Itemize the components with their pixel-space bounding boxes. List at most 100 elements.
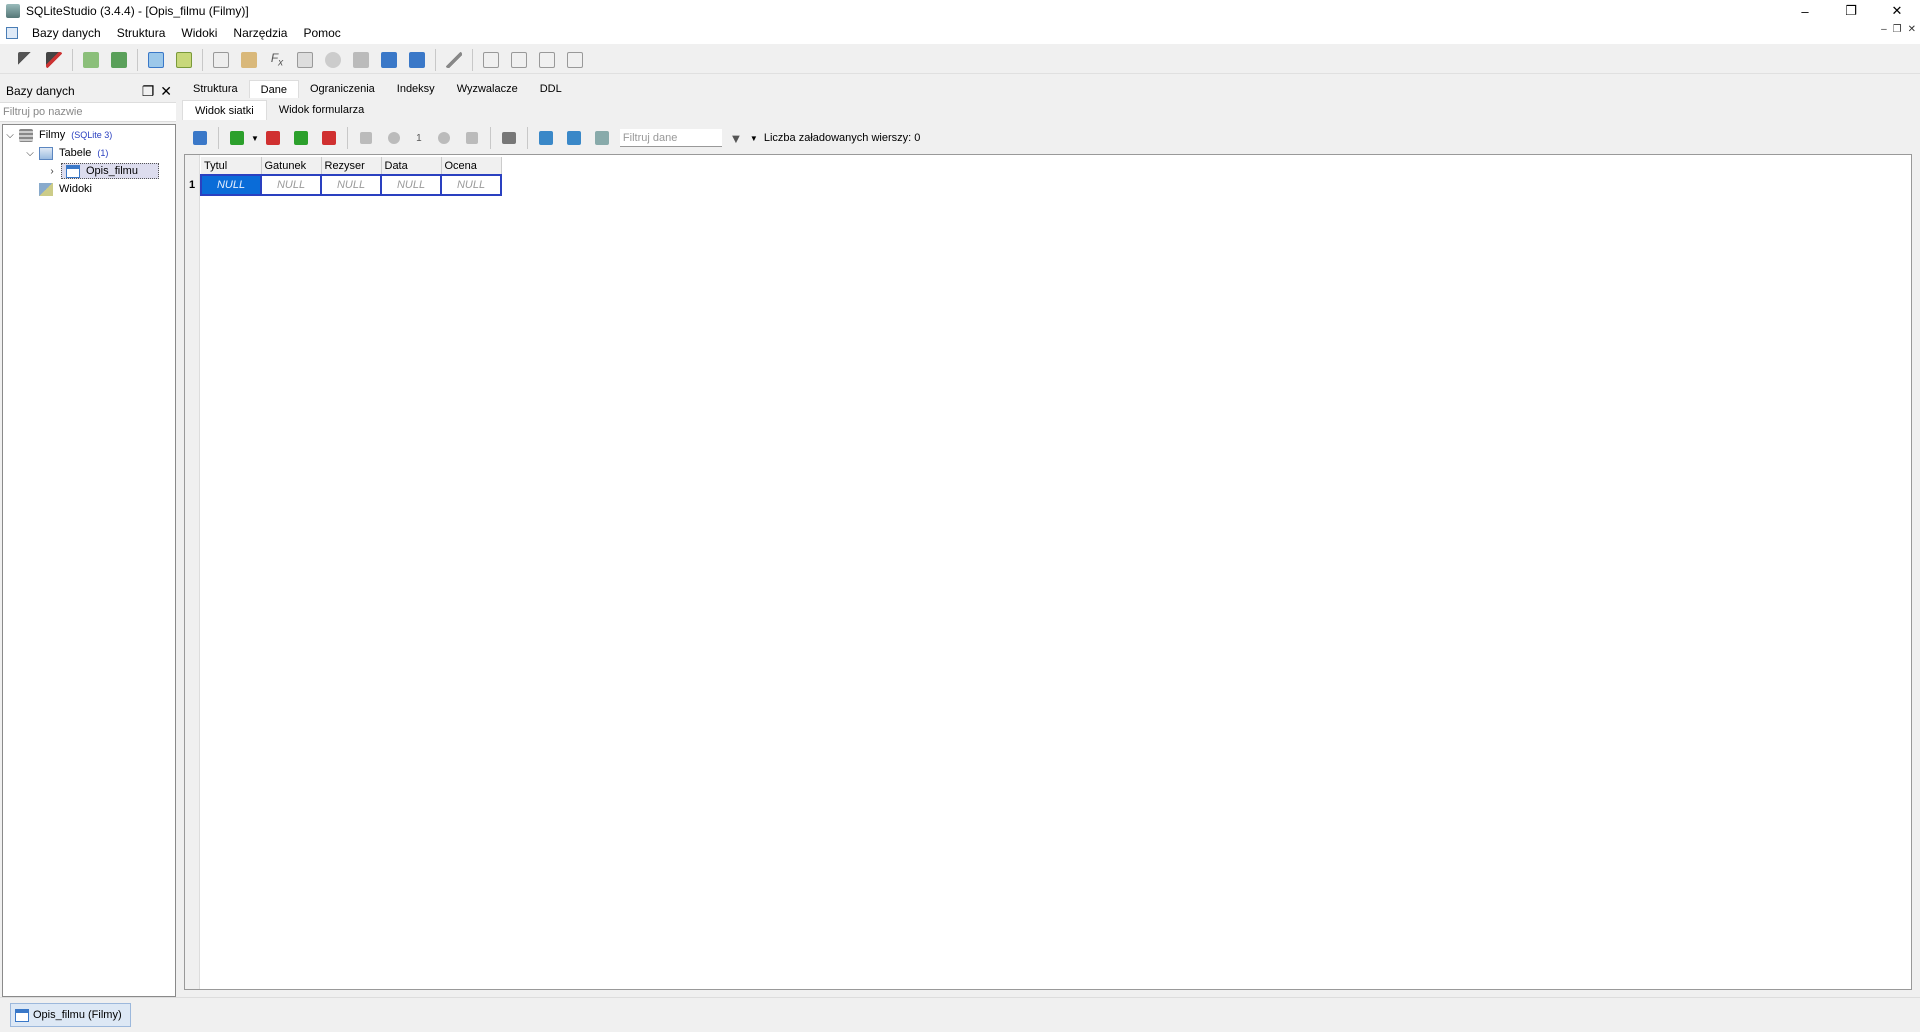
database-tree[interactable]: ⌵ Filmy (SQLite 3) ⌵ Tabele (1) › Opis_f… xyxy=(2,124,176,997)
column-header-tytul[interactable]: Tytul xyxy=(201,157,262,176)
toolbar-separator xyxy=(202,48,203,71)
data-grid[interactable]: 1 Tytul Gatunek Rezyser Data Ocena NULL … xyxy=(184,154,1912,990)
column-header-data[interactable]: Data xyxy=(381,157,442,176)
edit-database-button[interactable] xyxy=(108,49,130,71)
new-table-button[interactable] xyxy=(145,49,167,71)
mdi-minimize-icon[interactable]: – xyxy=(1881,24,1887,35)
dock-close-icon[interactable]: ✕ xyxy=(160,83,172,100)
tree-node-tables[interactable]: ⌵ Tabele (1) xyxy=(25,145,108,161)
tile-icon xyxy=(483,51,499,68)
tree-node-database[interactable]: ⌵ Filmy (SQLite 3) xyxy=(5,127,112,143)
tile-vertical-button[interactable] xyxy=(536,49,558,71)
tree-node-table[interactable]: › Opis_filmu xyxy=(47,163,159,179)
data-filter-input[interactable]: Filtruj dane xyxy=(619,129,722,147)
tab-wyzwalacze[interactable]: Wyzwalacze xyxy=(446,80,529,98)
row-number[interactable]: 1 xyxy=(189,179,195,191)
tab-ograniczenia[interactable]: Ograniczenia xyxy=(299,80,386,98)
functions-button[interactable]: Fx xyxy=(266,49,288,71)
table-name: Opis_filmu xyxy=(86,165,138,177)
expand-columns-icon xyxy=(538,131,553,145)
delete-row-button[interactable] xyxy=(263,128,283,148)
apply-filter-button[interactable]: ▼ xyxy=(726,128,746,148)
grid-cell[interactable]: NULL xyxy=(320,174,382,196)
tab-dane[interactable]: Dane xyxy=(248,80,299,98)
connect-button[interactable] xyxy=(15,49,37,71)
prev-page-icon xyxy=(387,132,400,144)
tile-horizontal-button[interactable] xyxy=(508,49,530,71)
last-page-icon xyxy=(465,132,478,144)
export-icon xyxy=(409,51,425,68)
tab-struktura[interactable]: Struktura xyxy=(182,80,249,98)
grid-cell[interactable]: NULL xyxy=(260,174,322,196)
extensions-button[interactable] xyxy=(322,49,344,71)
edit-table-button[interactable] xyxy=(173,49,195,71)
mdi-window-icon[interactable] xyxy=(6,27,18,39)
tab-indeksy[interactable]: Indeksy xyxy=(386,80,446,98)
ddl-history-button[interactable] xyxy=(238,49,260,71)
config-button[interactable] xyxy=(443,49,465,71)
tree-filter-input[interactable]: Filtruj po nazwie xyxy=(0,102,176,122)
expand-icon[interactable]: › xyxy=(47,166,57,177)
grid-cell[interactable]: NULL xyxy=(200,174,262,196)
dock-float-icon[interactable]: ❐ xyxy=(142,83,155,100)
cascade-button[interactable] xyxy=(564,49,586,71)
tab-widok-siatki[interactable]: Widok siatki xyxy=(182,100,267,120)
collation-icon xyxy=(297,51,313,68)
row-height-button[interactable] xyxy=(592,128,612,148)
sql-editor-button[interactable] xyxy=(210,49,232,71)
rows-loaded-label: Liczba załadowanych wierszy: 0 xyxy=(763,132,921,144)
shrink-columns-button[interactable] xyxy=(564,128,584,148)
menu-bazy-danych[interactable]: Bazy danych xyxy=(24,26,109,40)
column-header-rezyser[interactable]: Rezyser xyxy=(321,157,382,176)
page-number: 1 xyxy=(416,132,422,144)
mdi-close-icon[interactable]: ✕ xyxy=(1908,24,1916,35)
rollback-button[interactable] xyxy=(319,128,339,148)
column-header-gatunek[interactable]: Gatunek xyxy=(261,157,322,176)
insert-row-button[interactable] xyxy=(227,128,247,148)
toolbar-separator xyxy=(526,127,528,149)
snippets-button[interactable] xyxy=(350,49,372,71)
menu-widoki[interactable]: Widoki xyxy=(173,26,225,40)
print-icon xyxy=(501,132,516,144)
collapse-icon[interactable]: ⌵ xyxy=(5,130,15,141)
snippet-icon xyxy=(353,51,369,68)
filter-mode-dropdown-icon[interactable]: ▼ xyxy=(750,134,758,143)
minimize-button[interactable]: – xyxy=(1782,0,1828,22)
commit-button[interactable] xyxy=(291,128,311,148)
shrink-columns-icon xyxy=(566,131,581,145)
menu-struktura[interactable]: Struktura xyxy=(109,26,174,40)
task-item-window[interactable]: Opis_filmu (Filmy) xyxy=(10,1003,131,1027)
add-database-button[interactable] xyxy=(80,49,102,71)
grid-cell[interactable]: NULL xyxy=(380,174,442,196)
column-header-ocena[interactable]: Ocena xyxy=(441,157,502,176)
export-button[interactable] xyxy=(406,49,428,71)
collapse-icon[interactable]: ⌵ xyxy=(25,148,35,159)
import-icon xyxy=(381,51,397,68)
next-page-button[interactable] xyxy=(434,128,454,148)
tab-widok-formularza[interactable]: Widok formularza xyxy=(267,100,377,120)
tile-button[interactable] xyxy=(480,49,502,71)
disconnect-button[interactable] xyxy=(43,49,65,71)
x-icon xyxy=(321,131,336,145)
import-button[interactable] xyxy=(378,49,400,71)
table-icon xyxy=(66,164,80,178)
print-button[interactable] xyxy=(499,128,519,148)
menu-narzedzia[interactable]: Narzędzia xyxy=(225,26,295,40)
grid-cell[interactable]: NULL xyxy=(440,174,502,196)
adjust-columns-button[interactable] xyxy=(536,128,556,148)
prev-page-button[interactable] xyxy=(384,128,404,148)
collations-button[interactable] xyxy=(294,49,316,71)
tree-node-views[interactable]: Widoki xyxy=(39,181,92,197)
mdi-controls: – ❐ ✕ xyxy=(1881,24,1916,35)
mdi-restore-icon[interactable]: ❐ xyxy=(1893,24,1902,35)
menu-pomoc[interactable]: Pomoc xyxy=(295,26,348,40)
row-height-icon xyxy=(594,131,609,145)
insert-dropdown-icon[interactable]: ▼ xyxy=(251,134,259,143)
refresh-button[interactable] xyxy=(190,128,210,148)
restore-button[interactable]: ❐ xyxy=(1828,0,1874,22)
tab-ddl[interactable]: DDL xyxy=(529,80,573,98)
table-row: NULL NULL NULL NULL NULL xyxy=(200,174,502,196)
close-button[interactable]: ✕ xyxy=(1874,0,1920,22)
first-page-button[interactable] xyxy=(356,128,376,148)
last-page-button[interactable] xyxy=(462,128,482,148)
